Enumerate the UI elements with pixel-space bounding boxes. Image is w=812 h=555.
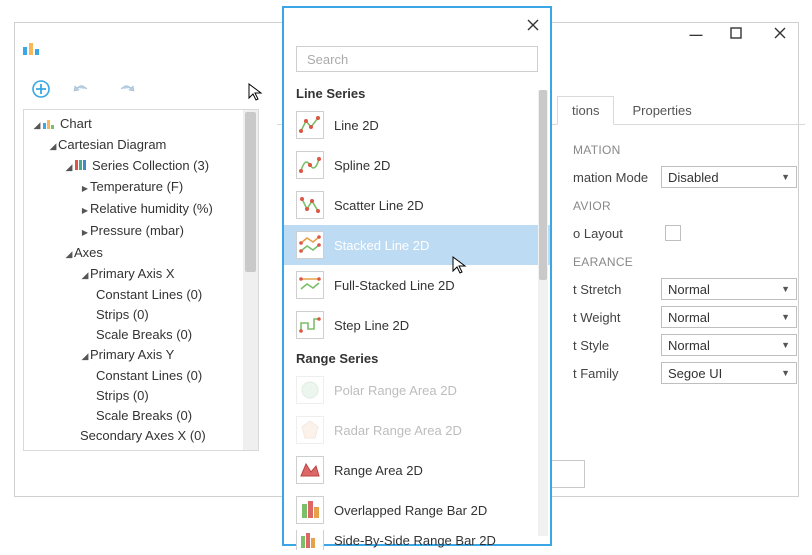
item-range-area-2d[interactable]: Range Area 2D [284, 450, 550, 490]
tree-node-y-scale-breaks[interactable]: Scale Breaks (0) [96, 408, 192, 423]
structure-tree[interactable]: Chart Cartesian Diagram Series Collectio… [24, 110, 258, 450]
chart-icon [42, 116, 56, 130]
search-field[interactable] [296, 46, 538, 72]
combo-font-weight[interactable]: Normal▼ [661, 306, 797, 328]
combo-font-family[interactable]: Segoe UI▼ [661, 362, 797, 384]
series-type-popup: Line Series Line 2D Spline 2D Scatter Li… [282, 6, 552, 546]
tree-node-x-strips[interactable]: Strips (0) [96, 307, 149, 322]
polar-range-area-icon [296, 376, 324, 404]
checkbox-auto-layout[interactable] [665, 225, 681, 241]
tree-node-series-collection[interactable]: Series Collection (3) [92, 158, 209, 173]
combo-font-style[interactable]: Normal▼ [661, 334, 797, 356]
tree-node-y-constant-lines[interactable]: Constant Lines (0) [96, 368, 202, 383]
overlapped-range-bar-icon [296, 496, 324, 524]
item-line-2d[interactable]: Line 2D [284, 105, 550, 145]
item-full-stacked-line-2d[interactable]: Full-Stacked Line 2D [284, 265, 550, 305]
scatter-line-2d-icon [296, 191, 324, 219]
tree-scrollbar[interactable] [243, 110, 258, 450]
series-collection-icon [74, 158, 88, 172]
series-type-list: Line Series Line 2D Spline 2D Scatter Li… [284, 80, 550, 550]
tree-node-diagram[interactable]: Cartesian Diagram [58, 137, 166, 152]
undo-button[interactable] [71, 77, 95, 101]
item-side-by-side-range-bar-2d[interactable]: Side-By-Side Range Bar 2D [284, 530, 550, 550]
group-range-series: Range Series [284, 345, 550, 370]
tree-node-series-2[interactable]: Pressure (mbar) [90, 223, 184, 238]
tree-node-secondary-x[interactable]: Secondary Axes X (0) [80, 428, 206, 443]
tree-node-x-constant-lines[interactable]: Constant Lines (0) [96, 287, 202, 302]
item-polar-range-area-2d[interactable]: Polar Range Area 2D [284, 370, 550, 410]
toolbar [29, 77, 309, 101]
group-line-series: Line Series [284, 80, 550, 105]
item-overlapped-range-bar-2d[interactable]: Overlapped Range Bar 2D [284, 490, 550, 530]
range-area-icon [296, 456, 324, 484]
window-maximize-icon[interactable] [730, 27, 750, 42]
window-close-icon[interactable] [774, 27, 794, 42]
tree-node-series-1[interactable]: Relative humidity (%) [90, 201, 213, 216]
radar-range-area-icon [296, 416, 324, 444]
structure-tree-panel: Chart Cartesian Diagram Series Collectio… [23, 109, 259, 451]
line-2d-icon [296, 111, 324, 139]
item-scatter-line-2d[interactable]: Scatter Line 2D [284, 185, 550, 225]
tab-options[interactable]: tions [557, 96, 614, 125]
item-radar-range-area-2d[interactable]: Radar Range Area 2D [284, 410, 550, 450]
search-input[interactable] [305, 51, 529, 68]
tree-node-y-strips[interactable]: Strips (0) [96, 388, 149, 403]
item-step-line-2d[interactable]: Step Line 2D [284, 305, 550, 345]
tree-node-chart[interactable]: Chart [60, 116, 92, 131]
item-stacked-line-2d[interactable]: Stacked Line 2D [284, 225, 550, 265]
spline-2d-icon [296, 151, 324, 179]
tree-node-axes[interactable]: Axes [74, 245, 103, 260]
side-by-side-range-bar-icon [296, 530, 324, 550]
window-minimize-icon[interactable]: — [686, 27, 706, 42]
popup-close-button[interactable] [522, 14, 544, 36]
tree-node-series-0[interactable]: Temperature (F) [90, 179, 183, 194]
add-button[interactable] [29, 77, 53, 101]
redo-button[interactable] [113, 77, 137, 101]
combo-font-stretch[interactable]: Normal▼ [661, 278, 797, 300]
stacked-line-2d-icon [296, 231, 324, 259]
tab-properties[interactable]: Properties [618, 97, 705, 124]
item-spline-2d[interactable]: Spline 2D [284, 145, 550, 185]
full-stacked-line-2d-icon [296, 271, 324, 299]
tree-node-axis-y[interactable]: Primary Axis Y [90, 347, 174, 362]
tree-node-axis-x[interactable]: Primary Axis X [90, 266, 175, 281]
chart-logo-icon [21, 39, 43, 57]
popup-scrollbar[interactable] [538, 90, 548, 536]
step-line-2d-icon [296, 311, 324, 339]
combo-animation-mode[interactable]: Disabled▼ [661, 166, 797, 188]
tree-node-x-scale-breaks[interactable]: Scale Breaks (0) [96, 327, 192, 342]
